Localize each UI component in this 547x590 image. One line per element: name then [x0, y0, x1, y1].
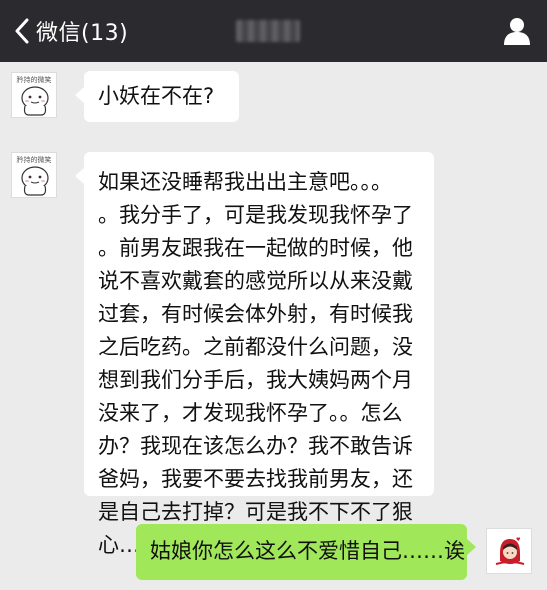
back-button[interactable]: 微信(13): [14, 14, 128, 48]
message-bubble-incoming[interactable]: 如果还没睡帮我出出主意吧。。。 。我分手了，可是我发现我怀孕了 。前男友跟我在一…: [75, 152, 434, 557]
message-text: 小妖在不在?: [98, 84, 215, 108]
smiley-face-icon: [21, 166, 49, 196]
smiley-face-icon: [21, 86, 49, 116]
svg-text:♥: ♥: [516, 537, 521, 543]
message-text: 姑娘你怎么这么不爱惜自己……诶: [150, 539, 465, 563]
message-text: 如果还没睡帮我出出主意吧。。。 。我分手了，可是我发现我怀孕了 。前男友跟我在一…: [98, 170, 413, 557]
red-hood-girl-icon: ♥: [495, 537, 525, 565]
my-avatar[interactable]: ♥: [486, 528, 532, 574]
chevron-left-icon: [15, 18, 29, 44]
contact-avatar[interactable]: 矜持的微笑: [11, 152, 57, 198]
chat-title-blurred: [236, 20, 300, 42]
message-bubble-outgoing[interactable]: 姑娘你怎么这么不爱惜自己……诶: [136, 524, 476, 580]
top-navigation-bar: 微信(13): [0, 0, 547, 62]
user-icon: [504, 18, 530, 45]
chat-info-button[interactable]: [501, 14, 533, 46]
back-label: 微信(13): [36, 21, 129, 46]
contact-avatar[interactable]: 矜持的微笑: [11, 72, 57, 118]
message-bubble-incoming[interactable]: 小妖在不在?: [75, 71, 239, 122]
